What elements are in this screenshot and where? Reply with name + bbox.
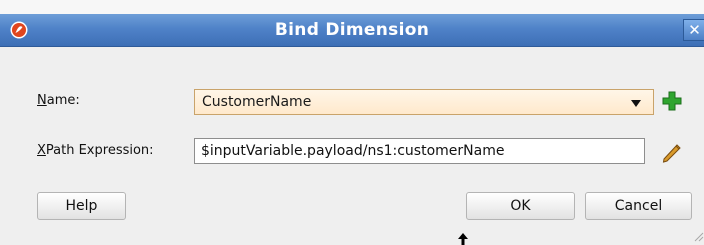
title-bar[interactable]: Bind Dimension ✕ <box>0 14 704 47</box>
pencil-icon[interactable] <box>659 140 683 164</box>
xpath-label-text: Path Expression: <box>45 143 154 158</box>
help-button[interactable]: Help <box>37 192 126 220</box>
close-button[interactable]: ✕ <box>683 19 704 41</box>
name-label-mnemonic: N <box>37 93 47 108</box>
xpath-label: XPath Expression: <box>37 143 154 158</box>
cancel-button[interactable]: Cancel <box>585 192 692 220</box>
plus-icon[interactable] <box>662 91 682 111</box>
xpath-expression-input[interactable] <box>195 139 644 163</box>
name-combobox-value: CustomerName <box>202 94 312 110</box>
bind-dimension-dialog: Bind Dimension ✕ Name: CustomerName XPat… <box>0 14 704 245</box>
xpath-expression-field[interactable] <box>194 138 645 164</box>
dialog-title: Bind Dimension <box>274 20 430 40</box>
name-label-text: ame: <box>46 93 80 108</box>
name-combobox[interactable]: CustomerName <box>194 89 654 115</box>
resize-grip-icon[interactable] <box>692 230 704 242</box>
name-label: Name: <box>37 93 80 108</box>
mouse-cursor-icon <box>458 233 468 245</box>
background-window-edge <box>0 0 704 15</box>
xpath-label-mnemonic: X <box>37 143 46 158</box>
dropdown-arrow-icon[interactable] <box>631 100 641 107</box>
ok-button[interactable]: OK <box>466 192 575 220</box>
